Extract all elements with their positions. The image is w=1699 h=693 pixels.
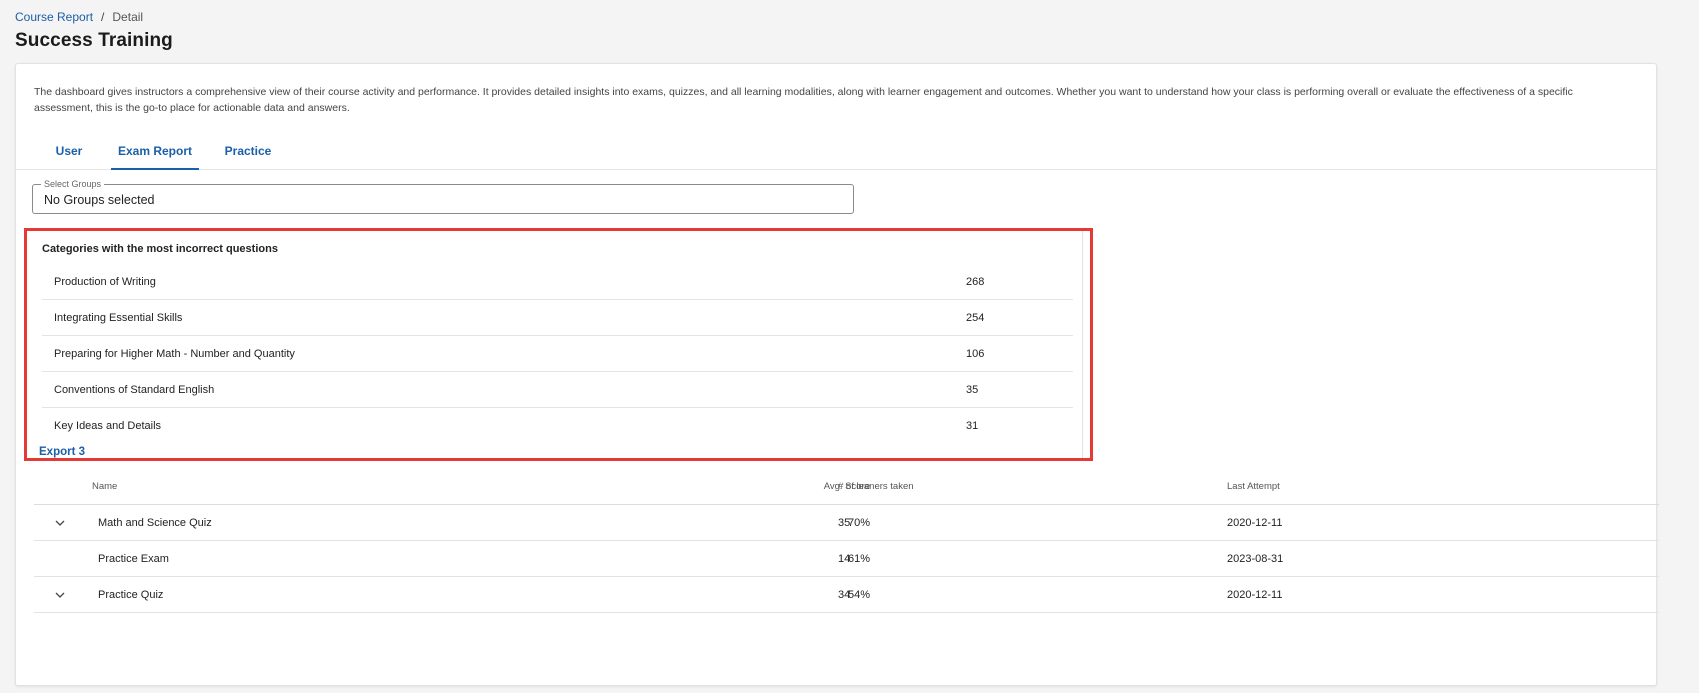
incorrect-categories-title: Categories with the most incorrect quest… — [42, 243, 278, 255]
exam-avg-score: 61% — [847, 553, 870, 565]
tab-user-reporting[interactable]: User Reporting — [26, 132, 112, 196]
category-count: 254 — [966, 312, 985, 324]
chevron-down-icon[interactable] — [54, 517, 66, 529]
exam-name: Math and Science Quiz — [98, 517, 212, 529]
select-groups-legend: Select Groups — [41, 178, 105, 190]
header-name[interactable]: Name — [92, 481, 117, 492]
category-row: Key Ideas and Details 31 — [42, 408, 1073, 444]
category-row: Production of Writing 268 — [42, 264, 1073, 300]
category-name: Conventions of Standard English — [54, 384, 215, 396]
header-last-attempt[interactable]: Last Attempt — [1227, 481, 1280, 492]
exam-last-attempt: 2020-12-11 — [1227, 517, 1283, 529]
category-row: Integrating Essential Skills 254 — [42, 300, 1073, 336]
table-row[interactable]: Math and Science Quiz 70% 35 2020-12-11 — [34, 505, 1659, 541]
exam-learners: 34 — [838, 589, 851, 601]
tab-exam-report[interactable]: Exam Report — [111, 132, 199, 170]
report-tabs: User Reporting Exam Report Practice Repo… — [16, 132, 1656, 196]
category-name: Integrating Essential Skills — [54, 312, 183, 324]
category-name: Preparing for Higher Math - Number and Q… — [54, 348, 295, 360]
category-name: Key Ideas and Details — [54, 420, 162, 432]
exam-last-attempt: 2020-12-11 — [1227, 589, 1283, 601]
page-title: Success Training — [15, 30, 173, 51]
page-header: Course Report / Detail Success Training — [15, 8, 173, 52]
exam-learners: 14 — [838, 553, 851, 565]
exam-avg-score: 70% — [847, 517, 870, 529]
incorrect-categories-panel: Categories with the most incorrect quest… — [24, 228, 1093, 461]
incorrect-categories-inner: Categories with the most incorrect quest… — [27, 231, 1083, 458]
breadcrumb-current: Detail — [112, 10, 144, 24]
tab-practice-report[interactable]: Practice Report — [207, 132, 289, 196]
category-count: 106 — [966, 348, 985, 360]
report-card: The dashboard gives instructors a compre… — [15, 63, 1659, 686]
table-row[interactable]: Practice Quiz 54% 34 2020-12-11 — [34, 577, 1659, 613]
exam-table: Name Avg. Score # of leaners taken Last … — [34, 469, 1659, 613]
incorrect-categories-list: Production of Writing 268 Integrating Es… — [42, 264, 1073, 444]
breadcrumb: Course Report / Detail — [15, 8, 173, 26]
exam-avg-score: 54% — [847, 589, 870, 601]
select-groups-field[interactable]: Select Groups No Groups selected — [32, 178, 854, 214]
exam-learners: 35 — [838, 517, 851, 529]
exam-name: Practice Quiz — [98, 589, 164, 601]
category-count: 268 — [966, 276, 985, 288]
category-count: 35 — [966, 384, 979, 396]
breadcrumb-separator: / — [101, 10, 105, 24]
category-row: Preparing for Higher Math - Number and Q… — [42, 336, 1073, 372]
category-name: Production of Writing — [54, 276, 156, 288]
chevron-down-icon[interactable] — [54, 589, 66, 601]
category-count: 31 — [966, 420, 979, 432]
exam-table-header: Name Avg. Score # of leaners taken Last … — [34, 469, 1659, 505]
select-groups-value: No Groups selected — [44, 193, 155, 207]
header-learners[interactable]: # of leaners taken — [838, 481, 914, 492]
category-row: Conventions of Standard English 35 — [42, 372, 1073, 408]
breadcrumb-course-report-link[interactable]: Course Report — [15, 10, 93, 24]
exam-name: Practice Exam — [98, 553, 169, 565]
exam-last-attempt: 2023-08-31 — [1227, 553, 1284, 565]
dashboard-description: The dashboard gives instructors a compre… — [34, 86, 1573, 114]
table-row[interactable]: Practice Exam 61% 14 2023-08-31 — [34, 541, 1659, 577]
export-link[interactable]: Export 3 — [39, 446, 85, 458]
